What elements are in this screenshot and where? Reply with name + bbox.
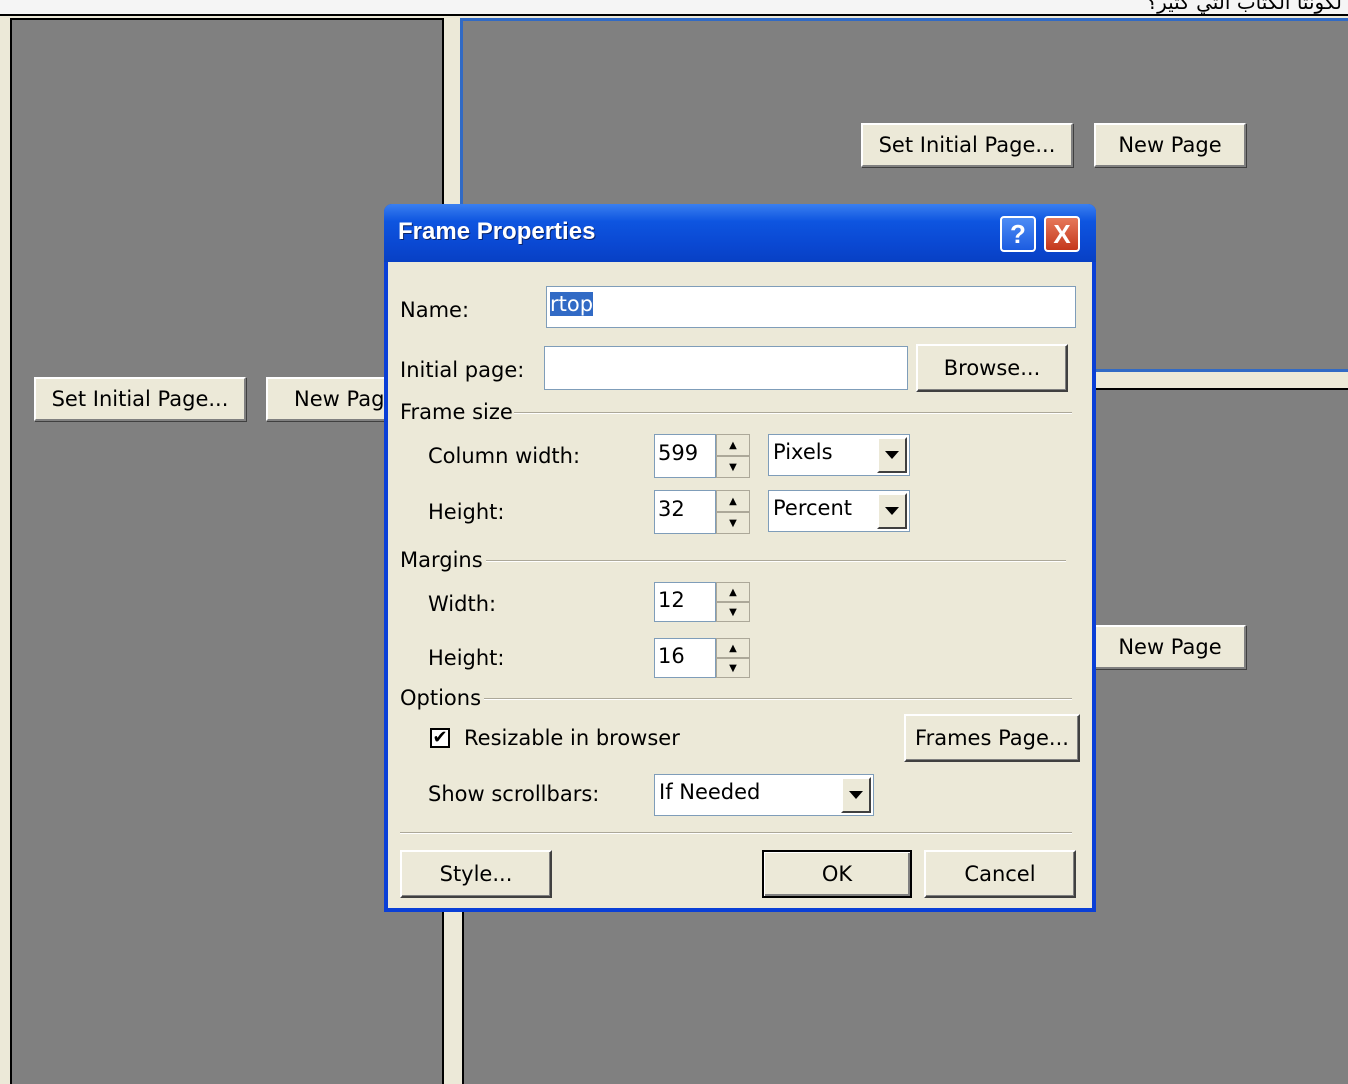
margin-width-spinner[interactable]: ▲ ▼ — [716, 582, 750, 622]
spin-down-icon[interactable]: ▼ — [716, 512, 750, 534]
spin-up-icon[interactable]: ▲ — [716, 638, 750, 658]
margin-height-input[interactable]: 16 — [654, 638, 716, 678]
help-icon: ? — [1010, 218, 1026, 249]
margin-width-input[interactable]: 12 — [654, 582, 716, 622]
name-input-value: rtop — [550, 292, 594, 316]
ok-button[interactable]: OK — [762, 850, 912, 898]
show-scrollbars-select[interactable]: If Needed — [654, 774, 874, 816]
dialog-title: Frame Properties — [398, 218, 596, 245]
column-width-input[interactable]: 599 — [654, 434, 716, 478]
chevron-down-icon[interactable] — [877, 437, 907, 473]
spin-up-icon[interactable]: ▲ — [716, 434, 750, 456]
column-width-label: Column width: — [428, 444, 581, 468]
column-width-unit-select[interactable]: Pixels — [768, 434, 910, 476]
resizable-checkbox[interactable]: ✔ — [430, 728, 450, 748]
spin-down-icon[interactable]: ▼ — [716, 456, 750, 478]
left-new-page-button[interactable]: New Page — [266, 377, 396, 421]
frame-properties-dialog: Frame Properties ? X Name: rtop Initial … — [384, 204, 1096, 912]
initial-page-input[interactable] — [544, 346, 908, 390]
margins-group-label: Margins — [400, 548, 483, 572]
style-button[interactable]: Style... — [400, 850, 552, 898]
frame-height-unit-value: Percent — [773, 496, 853, 520]
frame-height-label: Height: — [428, 500, 505, 524]
spin-down-icon[interactable]: ▼ — [716, 658, 750, 678]
frame-height-spinner[interactable]: ▲ ▼ — [716, 490, 750, 534]
margin-height-spinner[interactable]: ▲ ▼ — [716, 638, 750, 678]
show-scrollbars-label: Show scrollbars: — [428, 782, 600, 806]
options-divider — [484, 698, 1072, 700]
top-strip-text: لكونتا الكتاب التي كثير؟ — [1146, 0, 1343, 14]
resizable-label[interactable]: Resizable in browser — [464, 726, 680, 750]
left-set-initial-page-button[interactable]: Set Initial Page... — [34, 377, 246, 421]
top-divider — [0, 14, 1348, 16]
initial-page-label: Initial page: — [400, 358, 525, 382]
column-width-unit-value: Pixels — [773, 440, 833, 464]
dialog-client: Name: rtop Initial page: Browse... Frame… — [388, 262, 1092, 908]
dialog-titlebar[interactable]: Frame Properties ? X — [384, 204, 1096, 262]
name-input[interactable]: rtop — [546, 286, 1076, 328]
column-width-spinner[interactable]: ▲ ▼ — [716, 434, 750, 478]
frame-size-divider — [514, 412, 1072, 414]
top-right-set-initial-page-button[interactable]: Set Initial Page... — [861, 123, 1073, 167]
bottom-right-new-page-button[interactable]: New Page — [1094, 625, 1246, 669]
frames-page-button[interactable]: Frames Page... — [904, 714, 1080, 762]
frame-height-unit-select[interactable]: Percent — [768, 490, 910, 532]
chevron-down-icon[interactable] — [841, 777, 871, 813]
name-label: Name: — [400, 298, 470, 322]
left-frame[interactable] — [10, 18, 444, 1084]
close-icon: X — [1053, 218, 1071, 249]
margins-divider — [486, 560, 1066, 562]
top-right-new-page-button[interactable]: New Page — [1094, 123, 1246, 167]
browse-button[interactable]: Browse... — [916, 344, 1068, 392]
options-group-label: Options — [400, 686, 482, 710]
help-button[interactable]: ? — [1000, 216, 1036, 252]
frame-size-group-label: Frame size — [400, 400, 513, 424]
cancel-button[interactable]: Cancel — [924, 850, 1076, 898]
chevron-down-icon[interactable] — [877, 493, 907, 529]
margin-width-label: Width: — [428, 592, 497, 616]
spin-down-icon[interactable]: ▼ — [716, 602, 750, 622]
footer-divider — [400, 832, 1072, 834]
close-button[interactable]: X — [1044, 216, 1080, 252]
spin-up-icon[interactable]: ▲ — [716, 490, 750, 512]
spin-up-icon[interactable]: ▲ — [716, 582, 750, 602]
margin-height-label: Height: — [428, 646, 505, 670]
show-scrollbars-value: If Needed — [659, 780, 761, 804]
frame-height-input[interactable]: 32 — [654, 490, 716, 534]
checkmark-icon: ✔ — [432, 727, 448, 748]
